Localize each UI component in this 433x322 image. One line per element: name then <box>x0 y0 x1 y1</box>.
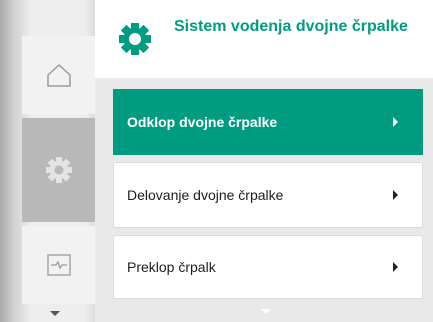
menu-item-label: Odklop dvojne črpalke <box>127 114 278 130</box>
menu-panel: Odklop dvojne črpalke Delovanje dvojne č… <box>95 78 433 322</box>
rail-item-home[interactable] <box>22 36 95 114</box>
rail-scroll-down-icon[interactable] <box>50 311 60 316</box>
menu-item-label: Delovanje dvojne črpalke <box>127 187 284 203</box>
menu-item-label: Preklop črpalk <box>127 259 216 275</box>
scroll-down-icon[interactable] <box>261 309 271 314</box>
rail-item-diagnostics[interactable] <box>22 226 95 304</box>
chevron-right-icon <box>393 117 398 127</box>
chevron-right-icon <box>393 190 398 200</box>
menu-item-double-pump-disconnect[interactable]: Odklop dvojne črpalke <box>113 89 423 155</box>
home-icon <box>46 64 71 87</box>
gear-icon <box>45 157 72 183</box>
diagnostics-icon <box>46 254 71 276</box>
gear-icon <box>119 23 151 55</box>
rail-item-settings[interactable] <box>22 118 95 222</box>
menu-item-double-pump-operation[interactable]: Delovanje dvojne črpalke <box>113 162 423 228</box>
chevron-right-icon <box>393 262 398 272</box>
menu-item-pump-switchover[interactable]: Preklop črpalk <box>113 235 423 299</box>
page-title: Sistem vodenja dvojne črpalke <box>174 18 408 35</box>
page-header: Sistem vodenja dvojne črpalke <box>95 0 433 78</box>
side-rail <box>0 0 95 322</box>
